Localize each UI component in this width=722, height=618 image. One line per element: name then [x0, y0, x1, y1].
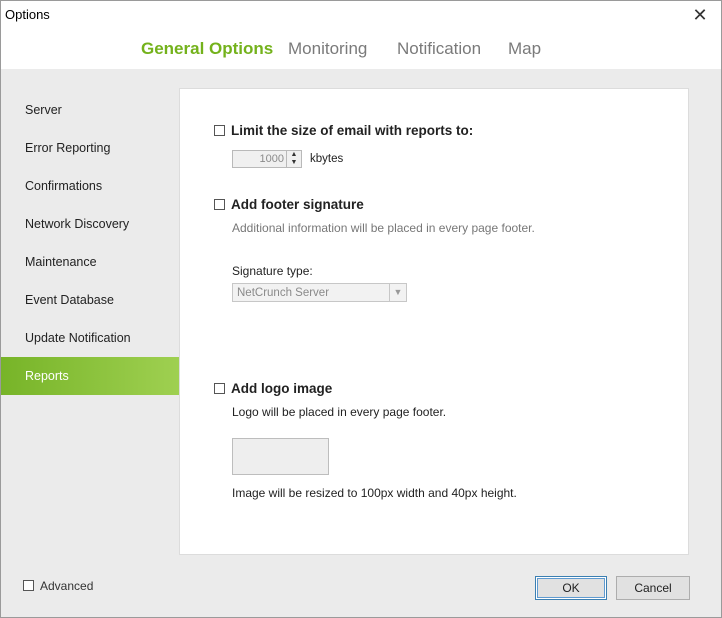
- logo-image-preview[interactable]: [232, 438, 329, 475]
- footer-signature-label: Add footer signature: [231, 197, 364, 212]
- advanced-checkbox[interactable]: [23, 580, 34, 591]
- sidebar-item-confirmations[interactable]: Confirmations: [1, 167, 181, 205]
- close-icon[interactable]: ✕: [687, 3, 713, 27]
- logo-image-description: Logo will be placed in every page footer…: [232, 405, 447, 419]
- tab-monitoring[interactable]: Monitoring: [288, 39, 367, 59]
- limit-size-unit: kbytes: [310, 153, 344, 165]
- logo-image-checkbox[interactable]: [214, 383, 225, 394]
- logo-image-label: Add logo image: [231, 381, 333, 396]
- footer-signature-checkbox[interactable]: [214, 199, 225, 210]
- tab-map[interactable]: Map: [508, 39, 541, 59]
- chevron-down-icon: ▼: [389, 284, 406, 301]
- logo-resize-note: Image will be resized to 100px width and…: [232, 486, 517, 500]
- cancel-button[interactable]: Cancel: [616, 576, 690, 600]
- advanced-label: Advanced: [40, 579, 94, 593]
- options-window: Options ✕ General Options Monitoring Not…: [0, 0, 722, 618]
- tab-notification[interactable]: Notification: [397, 39, 481, 59]
- sidebar-item-event-database[interactable]: Event Database: [1, 281, 181, 319]
- signature-type-label: Signature type:: [232, 264, 313, 278]
- sidebar-item-error-reporting[interactable]: Error Reporting: [1, 129, 181, 167]
- limit-size-checkbox[interactable]: [214, 125, 225, 136]
- signature-type-value: NetCrunch Server: [237, 287, 330, 299]
- signature-type-select[interactable]: NetCrunch Server ▼: [232, 283, 407, 302]
- limit-size-label: Limit the size of email with reports to:: [231, 123, 474, 138]
- footer-signature-description: Additional information will be placed in…: [232, 221, 535, 235]
- sidebar-item-update-notification[interactable]: Update Notification: [1, 319, 181, 357]
- sidebar-item-reports[interactable]: Reports: [1, 357, 192, 395]
- stepper-arrows-icon[interactable]: ▲ ▼: [286, 151, 301, 167]
- limit-size-stepper[interactable]: 1000 ▲ ▼: [232, 150, 302, 168]
- limit-size-value: 1000: [259, 153, 284, 165]
- window-title: Options: [5, 7, 50, 22]
- sidebar-item-network-discovery[interactable]: Network Discovery: [1, 205, 181, 243]
- tab-bar: General Options Monitoring Notification …: [1, 31, 721, 69]
- title-bar: Options ✕: [1, 1, 721, 31]
- ok-button[interactable]: OK: [535, 576, 607, 600]
- tab-general-options[interactable]: General Options: [141, 39, 273, 59]
- reports-panel: Limit the size of email with reports to:…: [179, 88, 689, 555]
- sidebar: Server Error Reporting Confirmations Net…: [1, 91, 192, 395]
- sidebar-item-maintenance[interactable]: Maintenance: [1, 243, 181, 281]
- sidebar-item-server[interactable]: Server: [1, 91, 181, 129]
